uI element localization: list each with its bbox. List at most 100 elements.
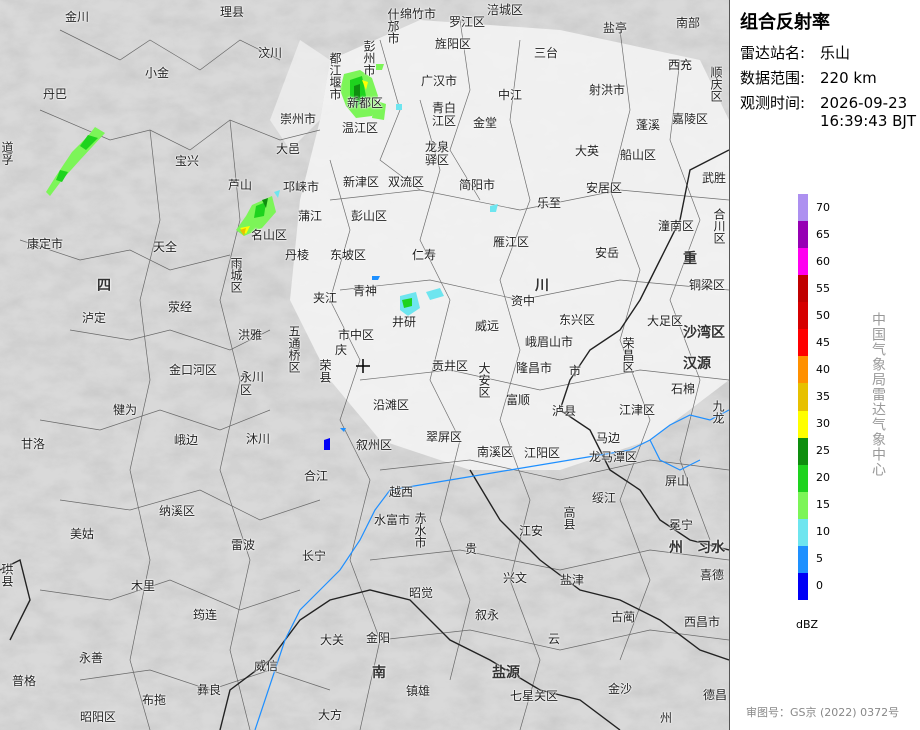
legend-color-cell (798, 329, 808, 357)
legend-color-cell (798, 302, 808, 330)
place-label: 都江堰市 (328, 52, 342, 100)
place-label: 西昌市 (684, 615, 721, 629)
place-label: 金阳 (366, 631, 391, 645)
place-label: 南溪区 (477, 445, 514, 459)
province-label: 盐源 (492, 665, 520, 681)
place-label: 甘洛 (21, 437, 46, 451)
place-label: 蓬溪 (636, 118, 661, 132)
place-label: 简阳市 (459, 178, 496, 192)
place-label: 洪雅 (238, 328, 263, 342)
place-label: 石棉 (671, 382, 696, 396)
place-label: 贵 (465, 542, 478, 556)
legend-color-cell (798, 464, 808, 492)
place-label: 什邡市 (386, 8, 400, 44)
place-label: 西充 (668, 58, 693, 72)
station-label: 雷达站名: (740, 44, 806, 62)
place-label: 新津区 (343, 175, 380, 189)
place-label: 昭觉 (409, 586, 434, 600)
station-value: 乐山 (820, 44, 851, 62)
time-date: 2026-09-23 (820, 94, 908, 112)
place-label: 潼南区 (658, 219, 695, 233)
place-label: 水富市 (374, 513, 411, 527)
place-label: 昭阳区 (80, 710, 117, 724)
legend-color-cell (798, 572, 808, 600)
place-label: 丹巴 (43, 87, 68, 101)
place-label: 云 (548, 632, 561, 646)
radar-map[interactable]: 金川 理县 汶川 什邡市 绵竹市 罗江区 涪城区 盐亭 南部 小金 都江堰市 彭… (0, 0, 730, 730)
place-label: 安岳 (595, 246, 620, 260)
place-label: 合江 (304, 469, 329, 483)
station-row: 雷达站名: 乐山 (740, 42, 850, 63)
legend-color-cell (798, 491, 808, 519)
place-label: 州 (660, 711, 673, 725)
place-label: 江阳区 (524, 446, 561, 460)
place-label: 彝良 (197, 683, 222, 697)
range-row: 数据范围: 220 km (740, 67, 877, 88)
place-label: 盐亭 (603, 21, 628, 35)
legend-color-cell (798, 194, 808, 222)
place-label: 纳溪区 (159, 504, 196, 518)
place-label: 金川 (65, 10, 90, 24)
legend-tick-label: 50 (816, 308, 830, 322)
place-label: 江津区 (619, 403, 656, 417)
place-label: 冕宁 (669, 518, 694, 532)
legend-color-cell (798, 275, 808, 303)
place-label: 顺庆区 (709, 66, 723, 102)
legend-color-cell (798, 383, 808, 411)
place-label: 天全 (153, 240, 178, 254)
place-label: 南部 (676, 16, 701, 30)
place-label: 理县 (220, 5, 245, 19)
place-label: 嘉陵区 (672, 112, 709, 126)
place-label: 龙马潭区 (589, 450, 638, 464)
place-label: 宝兴 (175, 154, 200, 168)
place-label: 大安区 (477, 362, 491, 398)
place-label: 船山区 (620, 148, 657, 162)
place-label: 江安 (519, 524, 544, 538)
place-label: 大方 (318, 708, 343, 722)
place-label: 隆昌市 (516, 361, 553, 375)
legend-tick-label: 45 (816, 335, 830, 349)
province-label: 南 (372, 665, 386, 681)
place-label: 金沙 (608, 682, 633, 696)
time-clock-row: 16:39:43 BJT (820, 112, 916, 130)
place-label: 泸定 (82, 311, 107, 325)
place-label: 仁寿 (412, 248, 437, 262)
place-label: 威远 (475, 319, 500, 333)
info-panel: 组合反射率 雷达站名: 乐山 数据范围: 220 km 观测时间: 2026-09-2… (730, 0, 920, 730)
place-label: 盐津 (560, 573, 585, 587)
legend-color-cell (798, 410, 808, 438)
place-label: 沐川 (246, 432, 271, 446)
place-label: 道孚 (0, 141, 14, 165)
province-label: 重 (683, 251, 697, 267)
place-label: 犍为 (113, 403, 138, 417)
place-label: 木里 (131, 579, 156, 593)
place-label: 筠连 (193, 608, 218, 622)
place-label: 布拖 (142, 693, 167, 707)
legend-color-cell (798, 221, 808, 249)
place-label: 涪城区 (487, 3, 524, 17)
place-label: 五通桥区 (287, 325, 301, 373)
place-label: 青神 (353, 284, 378, 298)
place-label: 新都区 (347, 96, 384, 110)
place-label: 蒲江 (298, 209, 323, 223)
color-legend (798, 194, 808, 600)
place-label: 邛崃市 (283, 180, 320, 194)
legend-tick-label: 10 (816, 525, 830, 539)
place-label: 荣昌区 (621, 337, 635, 373)
place-label: 青白江区 (432, 101, 457, 128)
place-label: 乐至 (537, 196, 562, 210)
range-label: 数据范围: (740, 69, 806, 87)
place-label: 射洪市 (589, 83, 626, 97)
place-label: 绵竹市 (400, 7, 437, 21)
place-label: 荣县 (318, 359, 332, 383)
legend-color-cell (798, 356, 808, 384)
place-label: 雨城区 (229, 257, 243, 293)
legend-tick-label: 5 (816, 552, 823, 566)
legend-tick-label: 60 (816, 254, 830, 268)
place-label: 喜德 (700, 568, 725, 582)
legend-tick-label: 40 (816, 362, 830, 376)
place-label: 夹江 (313, 291, 338, 305)
place-label: 越西 (389, 485, 414, 499)
place-label: 双流区 (388, 175, 425, 189)
place-label: 康定市 (27, 237, 64, 251)
